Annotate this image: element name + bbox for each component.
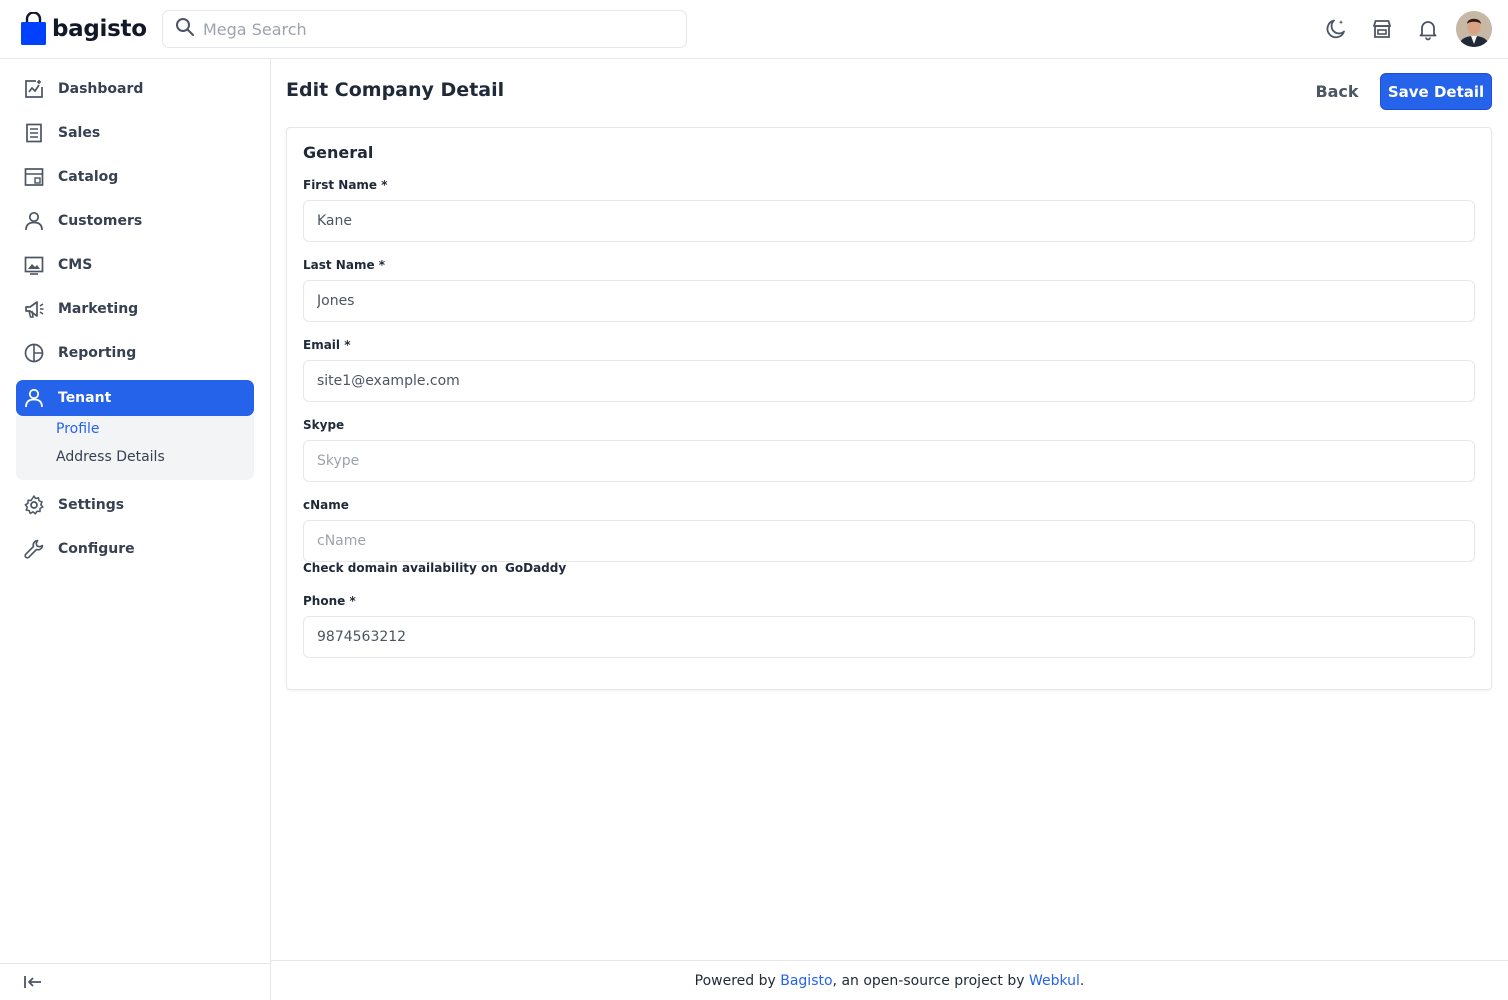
tenant-icon [22, 386, 46, 410]
back-button[interactable]: Back [1305, 73, 1369, 110]
footer: Powered by Bagisto, an open-source proje… [271, 960, 1508, 1000]
sidebar-collapse[interactable] [0, 963, 270, 1000]
search-icon [175, 17, 195, 42]
user-avatar[interactable] [1456, 11, 1492, 47]
sidebar: Dashboard Sales Catalog Customers CMS Ma… [0, 59, 271, 1000]
notification-bell-icon[interactable] [1415, 16, 1441, 42]
sidebar-item-label: Configure [58, 541, 135, 557]
search-input[interactable] [203, 19, 663, 39]
save-detail-button[interactable]: Save Detail [1380, 73, 1492, 110]
settings-icon [22, 493, 46, 517]
footer-middle: , an open-source project by [832, 972, 1025, 989]
section-title: General [303, 143, 374, 162]
cname-field[interactable] [303, 520, 1475, 562]
mega-search-box[interactable] [162, 10, 687, 48]
sidebar-item-label: Settings [58, 497, 125, 513]
cms-icon [22, 253, 46, 277]
phone-field[interactable] [303, 616, 1475, 658]
dark-mode-icon[interactable] [1323, 16, 1349, 42]
storefront-icon[interactable] [1369, 16, 1395, 42]
collapse-sidebar-icon [22, 972, 44, 997]
cname-label: cName [303, 498, 349, 512]
sidebar-item-label: Reporting [58, 345, 137, 361]
customers-icon [22, 209, 46, 233]
brand-name: bagisto [52, 16, 147, 42]
skype-field[interactable] [303, 440, 1475, 482]
webkul-link[interactable]: Webkul [1029, 973, 1080, 989]
configure-icon [22, 537, 46, 561]
footer-suffix: . [1079, 972, 1085, 989]
last-name-label: Last Name * [303, 258, 386, 272]
sidebar-item-label: Catalog [58, 169, 119, 185]
sidebar-item-settings[interactable]: Settings [16, 487, 254, 523]
sidebar-item-label: Tenant [58, 390, 112, 406]
catalog-icon [22, 165, 46, 189]
sidebar-item-dashboard[interactable]: Dashboard [16, 71, 254, 107]
shopping-bag-icon [20, 11, 47, 46]
first-name-label: First Name * [303, 178, 388, 192]
dashboard-icon [22, 77, 46, 101]
sidebar-item-label: Marketing [58, 301, 139, 317]
skype-label: Skype [303, 418, 345, 432]
first-name-field[interactable] [303, 200, 1475, 242]
email-field[interactable] [303, 360, 1475, 402]
submenu-item-profile[interactable]: Profile [56, 421, 100, 437]
marketing-icon [22, 297, 46, 321]
top-header: bagisto [0, 0, 1508, 59]
godaddy-link[interactable]: GoDaddy [505, 561, 566, 575]
sidebar-item-label: Customers [58, 213, 143, 229]
tenant-submenu: Profile Address Details [16, 416, 254, 480]
sidebar-item-label: Dashboard [58, 81, 144, 97]
domain-helper-text: Check domain availability on GoDaddy [303, 561, 566, 575]
footer-prefix: Powered by [694, 972, 776, 989]
sidebar-item-configure[interactable]: Configure [16, 531, 254, 567]
bagisto-link[interactable]: Bagisto [780, 973, 832, 989]
brand-logo[interactable]: bagisto [20, 11, 147, 46]
last-name-field[interactable] [303, 280, 1475, 322]
email-label: Email * [303, 338, 351, 352]
general-card: General First Name * Last Name * Email *… [286, 127, 1492, 690]
phone-label: Phone * [303, 594, 356, 608]
reporting-icon [22, 341, 46, 365]
sidebar-item-cms[interactable]: CMS [16, 247, 254, 283]
sidebar-item-tenant[interactable]: Tenant [16, 380, 254, 416]
sidebar-item-catalog[interactable]: Catalog [16, 159, 254, 195]
submenu-item-address-details[interactable]: Address Details [56, 449, 165, 465]
sidebar-item-reporting[interactable]: Reporting [16, 335, 254, 371]
helper-text: Check domain availability on [303, 561, 498, 575]
sidebar-item-label: Sales [58, 125, 101, 141]
sidebar-item-customers[interactable]: Customers [16, 203, 254, 239]
page-title: Edit Company Detail [286, 79, 505, 101]
sidebar-item-marketing[interactable]: Marketing [16, 291, 254, 327]
sidebar-item-sales[interactable]: Sales [16, 115, 254, 151]
sidebar-item-label: CMS [58, 257, 93, 273]
sales-icon [22, 121, 46, 145]
